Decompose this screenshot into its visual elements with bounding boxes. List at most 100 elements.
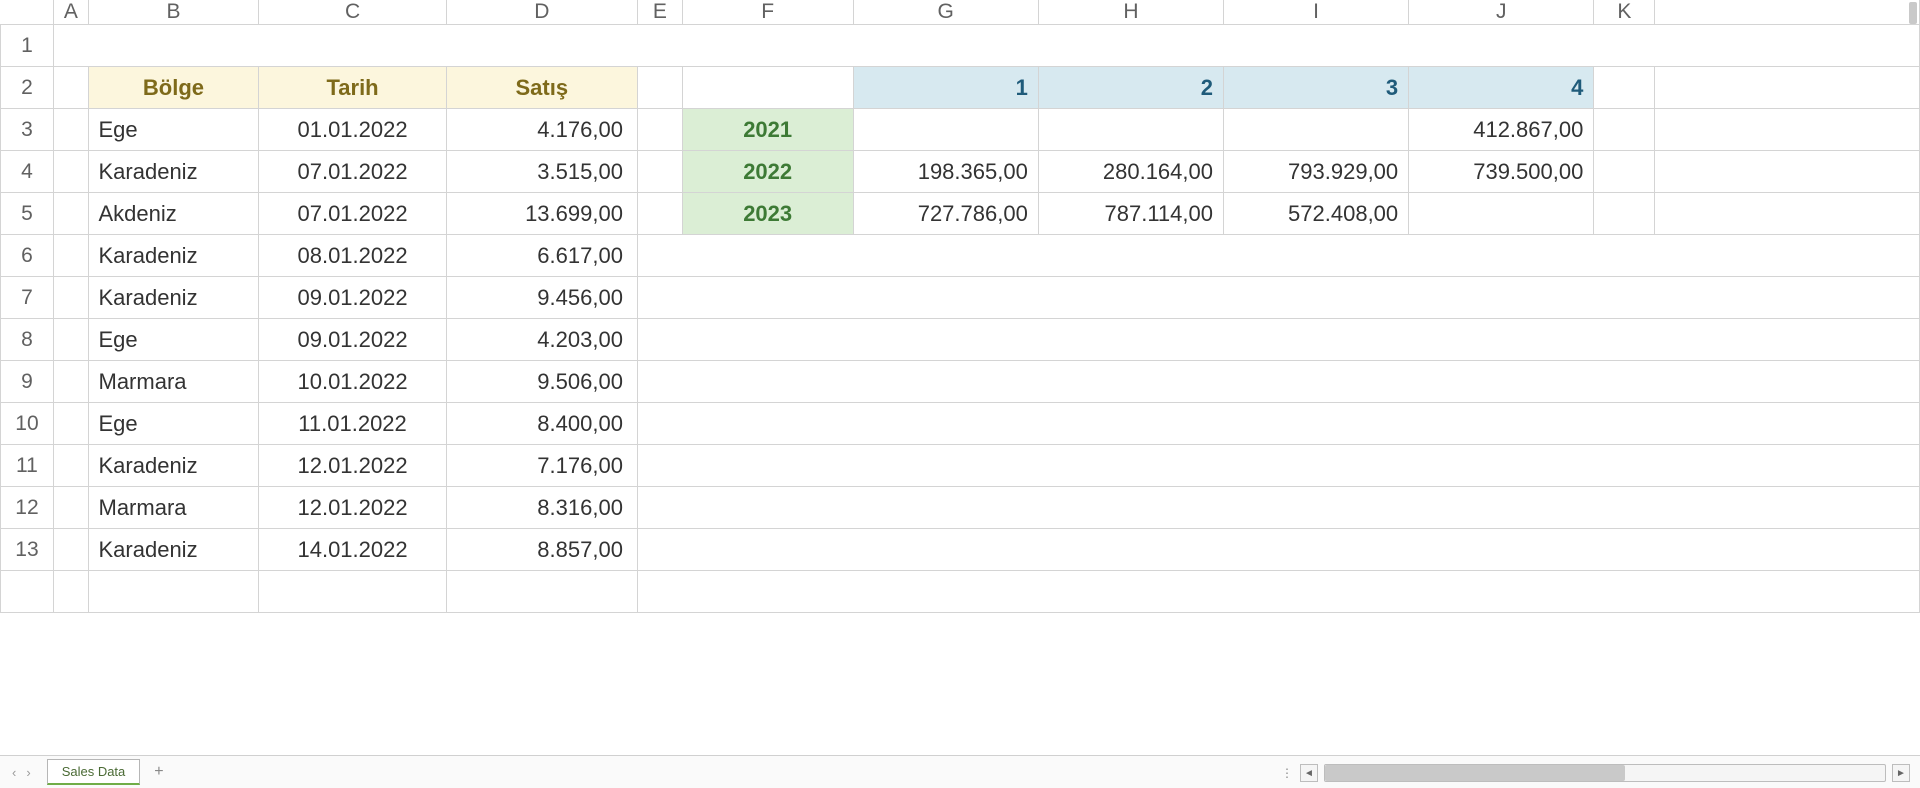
- table1-r7-region[interactable]: Ege: [88, 403, 259, 445]
- table1-header-date[interactable]: Tarih: [259, 67, 446, 109]
- col-header-G[interactable]: G: [853, 0, 1038, 25]
- table2-colheader-4[interactable]: 4: [1409, 67, 1594, 109]
- cell-F2[interactable]: [682, 67, 853, 109]
- vertical-scrollbar[interactable]: [1909, 2, 1917, 24]
- row-9[interactable]: 9 Marmara 10.01.2022 9.506,00: [1, 361, 1920, 403]
- table1-r3-region[interactable]: Karadeniz: [88, 235, 259, 277]
- col-header-D[interactable]: D: [446, 0, 637, 25]
- column-header-row[interactable]: A B C D E F G H I J K: [1, 0, 1920, 25]
- row-header-9[interactable]: 9: [1, 361, 54, 403]
- table1-r5-date[interactable]: 09.01.2022: [259, 319, 446, 361]
- row-header-6[interactable]: 6: [1, 235, 54, 277]
- table1-r3-date[interactable]: 08.01.2022: [259, 235, 446, 277]
- table2-r1c3[interactable]: 739.500,00: [1409, 151, 1594, 193]
- table2-rowheader-2[interactable]: 2023: [682, 193, 853, 235]
- grid-area[interactable]: A B C D E F G H I J K 1 2 Bölge Tarih Sa…: [0, 0, 1920, 755]
- table2-r1c1[interactable]: 280.164,00: [1038, 151, 1223, 193]
- table2-r2c2[interactable]: 572.408,00: [1223, 193, 1408, 235]
- table1-r8-date[interactable]: 12.01.2022: [259, 445, 446, 487]
- scroll-split-handle-icon[interactable]: ⋮: [1281, 766, 1294, 780]
- row-4[interactable]: 4 Karadeniz 07.01.2022 3.515,00 2022 198…: [1, 151, 1920, 193]
- row-header-10[interactable]: 10: [1, 403, 54, 445]
- row-header-5[interactable]: 5: [1, 193, 54, 235]
- row-2[interactable]: 2 Bölge Tarih Satış 1 2 3 4: [1, 67, 1920, 109]
- table1-r9-date[interactable]: 12.01.2022: [259, 487, 446, 529]
- row-1[interactable]: 1: [1, 25, 1920, 67]
- table1-r1-sales[interactable]: 3.515,00: [446, 151, 637, 193]
- table2-r2c3[interactable]: [1409, 193, 1594, 235]
- scroll-thumb[interactable]: [1325, 765, 1625, 781]
- table1-r4-sales[interactable]: 9.456,00: [446, 277, 637, 319]
- table1-r6-date[interactable]: 10.01.2022: [259, 361, 446, 403]
- table1-r1-date[interactable]: 07.01.2022: [259, 151, 446, 193]
- table2-colheader-3[interactable]: 3: [1223, 67, 1408, 109]
- row-header-2[interactable]: 2: [1, 67, 54, 109]
- cell-K2[interactable]: [1594, 67, 1655, 109]
- row-header-8[interactable]: 8: [1, 319, 54, 361]
- table1-r10-sales[interactable]: 8.857,00: [446, 529, 637, 571]
- col-header-H[interactable]: H: [1038, 0, 1223, 25]
- table1-header-region[interactable]: Bölge: [88, 67, 259, 109]
- row-header-1[interactable]: 1: [1, 25, 54, 67]
- col-header-J[interactable]: J: [1409, 0, 1594, 25]
- table1-r2-sales[interactable]: 13.699,00: [446, 193, 637, 235]
- col-header-K[interactable]: K: [1594, 0, 1655, 25]
- table1-r10-date[interactable]: 14.01.2022: [259, 529, 446, 571]
- table2-r0c3[interactable]: 412.867,00: [1409, 109, 1594, 151]
- table2-rowheader-1[interactable]: 2022: [682, 151, 853, 193]
- table1-header-sales[interactable]: Satış: [446, 67, 637, 109]
- cell-A2[interactable]: [53, 67, 88, 109]
- table1-r8-sales[interactable]: 7.176,00: [446, 445, 637, 487]
- row-11[interactable]: 11 Karadeniz 12.01.2022 7.176,00: [1, 445, 1920, 487]
- table1-r6-region[interactable]: Marmara: [88, 361, 259, 403]
- col-header-C[interactable]: C: [259, 0, 446, 25]
- table1-r2-date[interactable]: 07.01.2022: [259, 193, 446, 235]
- row-header-7[interactable]: 7: [1, 277, 54, 319]
- table1-r5-sales[interactable]: 4.203,00: [446, 319, 637, 361]
- cell-blank[interactable]: [53, 25, 1919, 67]
- row-8[interactable]: 8 Ege 09.01.2022 4.203,00: [1, 319, 1920, 361]
- scroll-track[interactable]: [1324, 764, 1886, 782]
- table2-r2c1[interactable]: 787.114,00: [1038, 193, 1223, 235]
- select-all-corner[interactable]: [1, 0, 54, 25]
- col-header-I[interactable]: I: [1223, 0, 1408, 25]
- row-3[interactable]: 3 Ege 01.01.2022 4.176,00 2021 412.867,0…: [1, 109, 1920, 151]
- row-13[interactable]: 13 Karadeniz 14.01.2022 8.857,00: [1, 529, 1920, 571]
- table2-colheader-1[interactable]: 1: [853, 67, 1038, 109]
- scroll-right-icon[interactable]: ►: [1892, 764, 1910, 782]
- cell-E2[interactable]: [637, 67, 682, 109]
- col-header-F[interactable]: F: [682, 0, 853, 25]
- row-12[interactable]: 12 Marmara 12.01.2022 8.316,00: [1, 487, 1920, 529]
- row-14-partial[interactable]: [1, 571, 1920, 613]
- table2-r0c2[interactable]: [1223, 109, 1408, 151]
- table2-r0c0[interactable]: [853, 109, 1038, 151]
- scroll-left-icon[interactable]: ◄: [1300, 764, 1318, 782]
- table2-r1c0[interactable]: 198.365,00: [853, 151, 1038, 193]
- tab-next-icon[interactable]: ›: [22, 763, 34, 782]
- table1-r10-region[interactable]: Karadeniz: [88, 529, 259, 571]
- row-header-13[interactable]: 13: [1, 529, 54, 571]
- table1-r5-region[interactable]: Ege: [88, 319, 259, 361]
- row-10[interactable]: 10 Ege 11.01.2022 8.400,00: [1, 403, 1920, 445]
- table2-r0c1[interactable]: [1038, 109, 1223, 151]
- horizontal-scrollbar[interactable]: ⋮ ◄ ►: [1281, 764, 1910, 782]
- row-header-4[interactable]: 4: [1, 151, 54, 193]
- table1-r0-region[interactable]: Ege: [88, 109, 259, 151]
- table1-r9-sales[interactable]: 8.316,00: [446, 487, 637, 529]
- row-header-14[interactable]: [1, 571, 54, 613]
- table1-r0-sales[interactable]: 4.176,00: [446, 109, 637, 151]
- table1-r4-date[interactable]: 09.01.2022: [259, 277, 446, 319]
- row-header-3[interactable]: 3: [1, 109, 54, 151]
- table2-colheader-2[interactable]: 2: [1038, 67, 1223, 109]
- row-header-11[interactable]: 11: [1, 445, 54, 487]
- table2-rowheader-0[interactable]: 2021: [682, 109, 853, 151]
- col-header-rest[interactable]: [1655, 0, 1920, 25]
- row-7[interactable]: 7 Karadeniz 09.01.2022 9.456,00: [1, 277, 1920, 319]
- table1-r4-region[interactable]: Karadeniz: [88, 277, 259, 319]
- col-header-B[interactable]: B: [88, 0, 259, 25]
- table1-r1-region[interactable]: Karadeniz: [88, 151, 259, 193]
- add-sheet-button[interactable]: +: [154, 763, 163, 781]
- tab-prev-icon[interactable]: ‹: [8, 763, 20, 782]
- table2-r2c0[interactable]: 727.786,00: [853, 193, 1038, 235]
- table1-r8-region[interactable]: Karadeniz: [88, 445, 259, 487]
